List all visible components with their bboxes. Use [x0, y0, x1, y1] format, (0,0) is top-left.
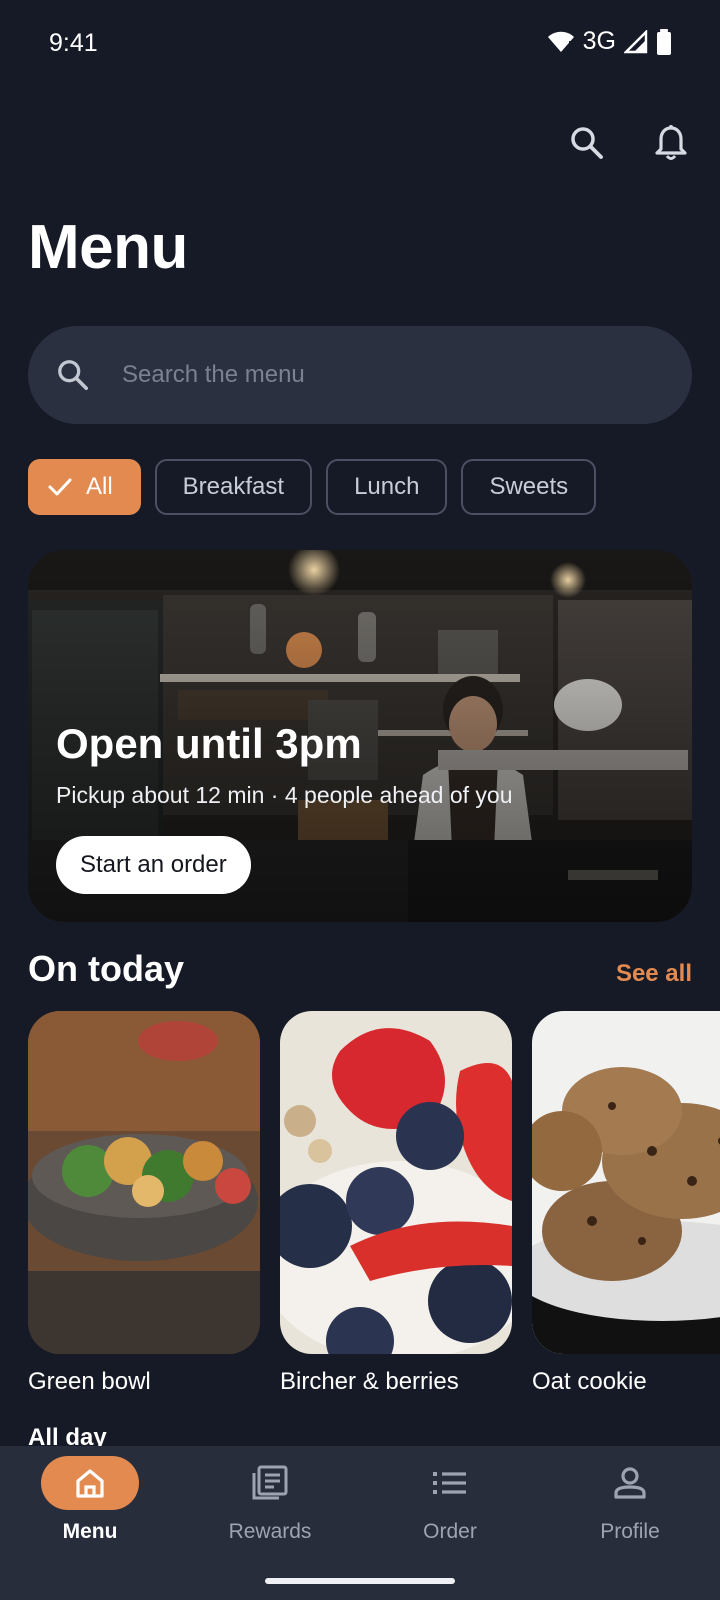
- menu-item-label: Bircher & berries: [280, 1368, 459, 1395]
- section-title-on-today: On today: [28, 948, 185, 989]
- menu-item-card[interactable]: Green bowl: [28, 1011, 260, 1396]
- chip-breakfast[interactable]: Breakfast: [154, 459, 313, 515]
- menu-item-label: Green bowl: [28, 1368, 151, 1395]
- person-icon: [614, 1467, 646, 1499]
- nav-item-order[interactable]: Order: [360, 1456, 540, 1544]
- battery-icon: [657, 28, 671, 55]
- start-order-button[interactable]: Start an order: [56, 836, 251, 894]
- category-chips: All Breakfast Lunch Sweets: [28, 459, 597, 515]
- search-button[interactable]: [562, 118, 612, 168]
- nav-item-menu[interactable]: Menu: [0, 1456, 180, 1544]
- news-icon: [252, 1465, 288, 1500]
- nav-label: Profile: [600, 1520, 660, 1543]
- oat-cookie-image: [532, 1011, 720, 1354]
- search-input[interactable]: [122, 361, 602, 389]
- chip-lunch[interactable]: Lunch: [326, 459, 448, 515]
- nav-label: Order: [423, 1520, 477, 1543]
- nav-item-profile[interactable]: Profile: [540, 1456, 720, 1544]
- bircher-berries-image: [280, 1011, 512, 1354]
- on-today-carousel[interactable]: Green bowl Bircher & berries Oat cookie: [28, 1011, 720, 1401]
- list-icon: [433, 1472, 466, 1494]
- chip-label: Lunch: [354, 473, 420, 500]
- bottom-navigation: Menu Rewards Order Profile: [0, 1446, 720, 1600]
- nav-label: Rewards: [228, 1520, 312, 1543]
- hero-card[interactable]: Open until 3pm Pickup about 12 min · 4 p…: [28, 550, 692, 922]
- menu-item-label: Oat cookie: [532, 1368, 647, 1395]
- bell-icon: [655, 125, 687, 160]
- hero-title: Open until 3pm: [56, 720, 362, 767]
- hero-subtitle: Pickup about 12 min · 4 people ahead of …: [56, 782, 513, 808]
- home-icon: [76, 1469, 104, 1498]
- page-title: Menu: [28, 213, 188, 282]
- status-bar: 9:41 3G: [0, 0, 720, 88]
- chip-label: Breakfast: [182, 473, 285, 500]
- signal-icon: [624, 29, 648, 53]
- chip-label: All: [86, 473, 113, 500]
- network-type: 3G: [582, 27, 616, 55]
- notifications-button[interactable]: [646, 118, 696, 168]
- search-bar[interactable]: [28, 326, 692, 424]
- check-icon: [48, 478, 72, 496]
- chip-all[interactable]: All: [28, 459, 141, 515]
- status-icons: 3G: [547, 27, 672, 56]
- nav-label: Menu: [62, 1520, 118, 1543]
- chip-sweets[interactable]: Sweets: [461, 459, 597, 515]
- home-indicator[interactable]: [265, 1578, 455, 1584]
- nav-item-rewards[interactable]: Rewards: [180, 1456, 360, 1544]
- menu-item-card[interactable]: Bircher & berries: [280, 1011, 512, 1396]
- see-all-link[interactable]: See all: [616, 960, 692, 988]
- search-icon: [571, 127, 603, 159]
- status-time: 9:41: [49, 29, 98, 57]
- green-bowl-image: [28, 1011, 260, 1354]
- wifi-icon: [547, 31, 574, 52]
- search-icon: [52, 354, 94, 396]
- menu-item-card[interactable]: Oat cookie: [532, 1011, 720, 1396]
- chip-label: Sweets: [489, 473, 569, 500]
